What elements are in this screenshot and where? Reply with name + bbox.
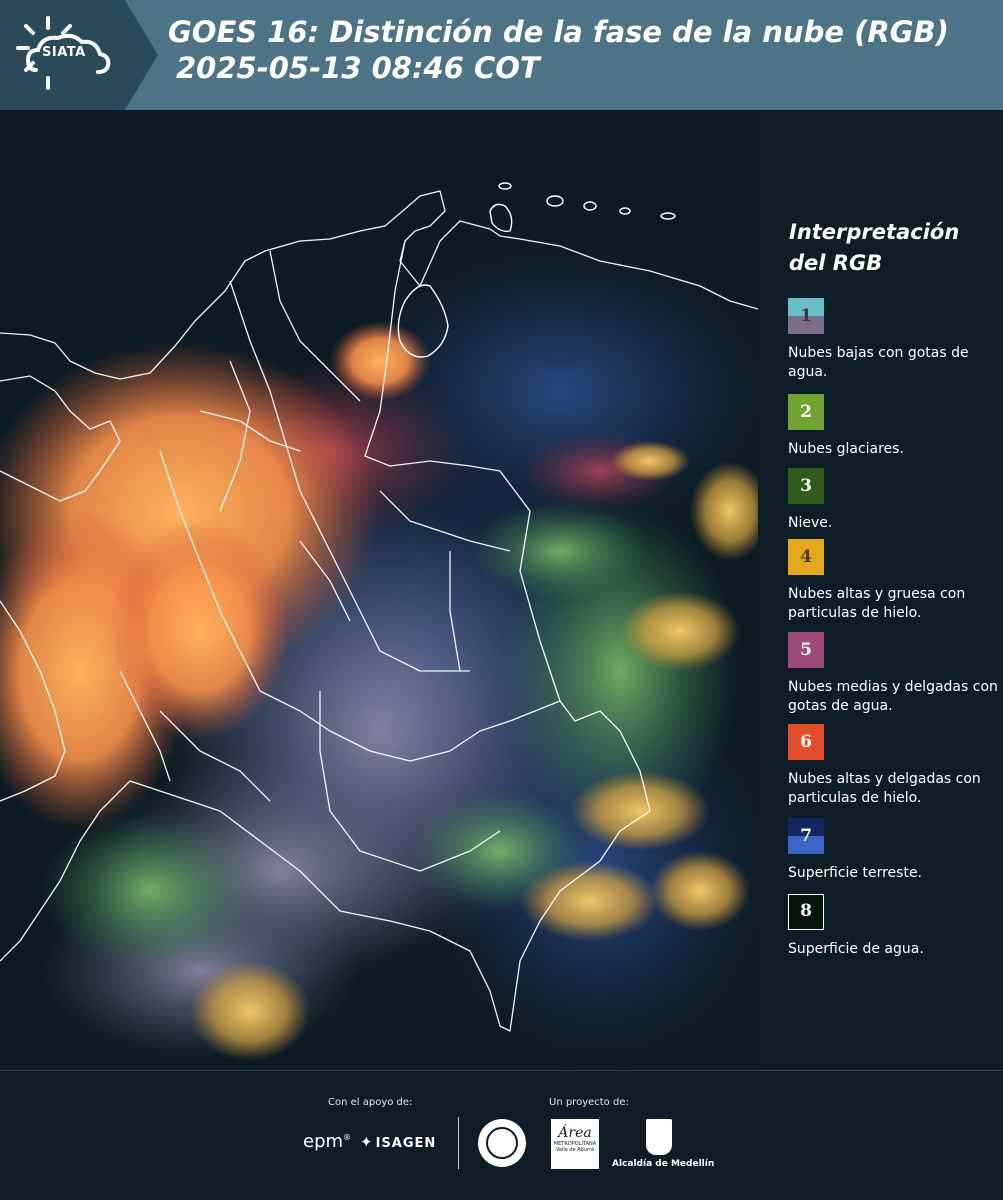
- legend-swatch-4: 4: [788, 539, 824, 575]
- title-block: GOES 16: Distinción de la fase de la nub…: [168, 14, 998, 86]
- area-metropolitana-logo: Área METROPOLITANA Valle de Aburrá: [551, 1119, 599, 1169]
- epm-logo-text: epm: [303, 1131, 344, 1152]
- seal-logo-icon: [478, 1119, 526, 1167]
- legend-label-5: Nubes medias y delgadas con gotas de agu…: [788, 679, 998, 714]
- legend-item-5: 5 Nubes medias y delgadas con gotas de a…: [788, 632, 1000, 716]
- legend-swatch-6: 6: [788, 724, 824, 760]
- legend-swatch-1: 1: [788, 298, 824, 334]
- legend-label-4: Nubes altas y gruesa con particulas de h…: [788, 586, 966, 621]
- support-label: Con el apoyo de:: [328, 1097, 413, 1108]
- legend-swatch-7: 7: [788, 818, 824, 854]
- legend-label-2: Nubes glaciares.: [788, 441, 904, 457]
- footer: Con el apoyo de: Un proyecto de: epm® ✦ I…: [0, 1070, 1003, 1200]
- legend-panel: Interpretación del RGB 1 Nubes bajas con…: [758, 111, 1003, 1070]
- legend-swatch-2: 2: [788, 394, 824, 430]
- legend-swatch-8: 8: [788, 894, 824, 930]
- project-label: Un proyecto de:: [549, 1097, 629, 1108]
- satellite-map[interactable]: [0, 111, 758, 1070]
- page: SIATA GOES 16: Distinción de la fase de …: [0, 0, 1003, 1200]
- isagen-logo-text: ISAGEN: [375, 1136, 437, 1151]
- legend-item-2: 2 Nubes glaciares.: [788, 394, 1000, 459]
- area-logo-main: Área: [558, 1125, 592, 1141]
- legend-swatch-3: 3: [788, 468, 824, 504]
- legend-item-1: 1 Nubes bajas con gotas de agua.: [788, 298, 1000, 382]
- siata-logo-text: SIATA: [42, 45, 86, 60]
- isagen-logo: ✦ ISAGEN: [360, 1133, 436, 1151]
- legend-label-3: Nieve.: [788, 515, 833, 531]
- legend-item-4: 4 Nubes altas y gruesa con particulas de…: [788, 539, 1000, 623]
- legend-item-6: 6 Nubes altas y delgadas con particulas …: [788, 724, 1000, 808]
- footer-divider: [458, 1117, 459, 1169]
- alcaldia-label: Alcaldía de Medellín: [612, 1159, 715, 1169]
- siata-logo: SIATA: [0, 0, 160, 110]
- legend-label-7: Superficie terreste.: [788, 865, 923, 881]
- isagen-star-icon: ✦: [360, 1133, 374, 1151]
- page-title: GOES 16: Distinción de la fase de la nub…: [168, 15, 949, 49]
- epm-logo: epm®: [303, 1131, 352, 1152]
- legend-item-3: 3 Nieve.: [788, 468, 1000, 533]
- seal-inner-ring: [486, 1127, 518, 1159]
- alcaldia-shield-icon: [646, 1119, 672, 1155]
- legend-label-1: Nubes bajas con gotas de agua.: [788, 345, 969, 380]
- page-timestamp: 2025-05-13 08:46 COT: [176, 51, 540, 85]
- satellite-image: [0, 111, 758, 1070]
- legend-title: Interpretación del RGB: [789, 220, 960, 275]
- legend-swatch-5: 5: [788, 632, 824, 668]
- area-logo-sub: METROPOLITANA Valle de Aburrá: [553, 1141, 597, 1153]
- legend-item-7: 7 Superficie terreste.: [788, 818, 1000, 883]
- legend-label-6: Nubes altas y delgadas con particulas de…: [788, 771, 981, 806]
- header: SIATA GOES 16: Distinción de la fase de …: [0, 0, 1003, 110]
- legend-label-8: Superficie de agua.: [788, 941, 924, 957]
- legend-item-8: 8 Superficie de agua.: [788, 894, 1000, 959]
